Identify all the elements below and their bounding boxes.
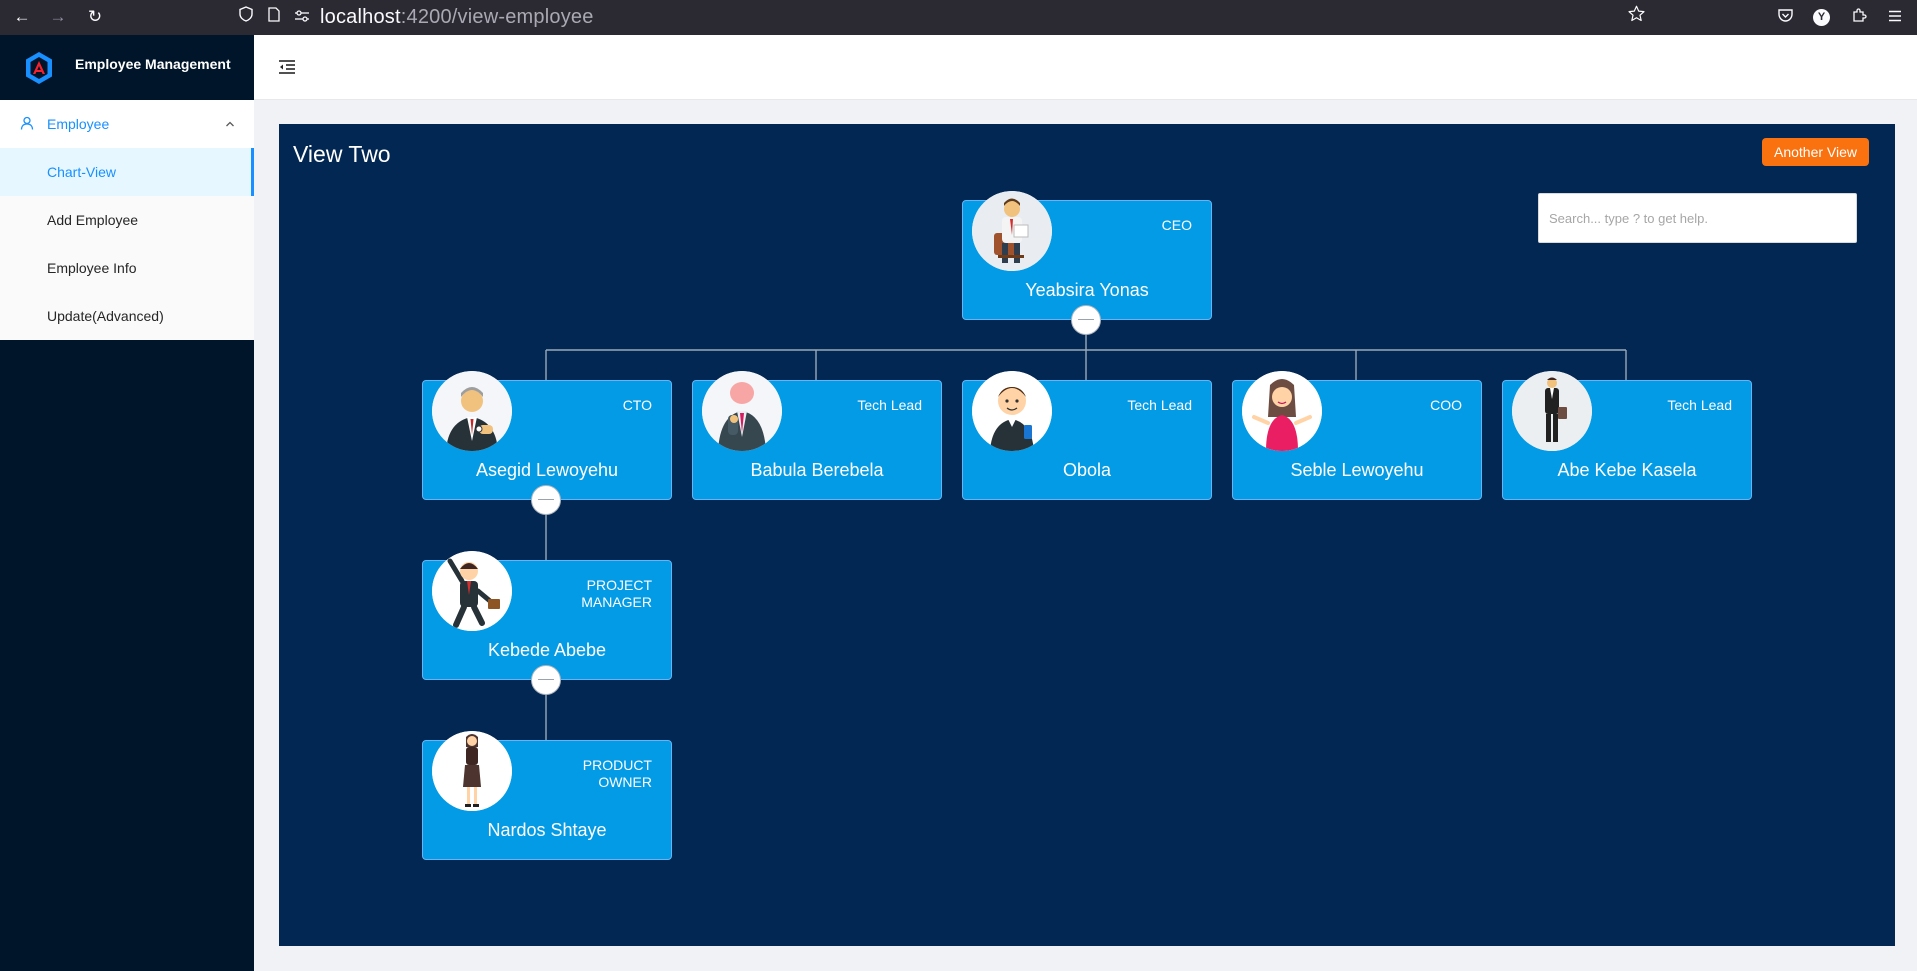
node-role: COO	[1430, 397, 1462, 413]
brand-title: Employee Management	[75, 56, 231, 72]
man-with-briefcase-avatar	[1512, 371, 1592, 451]
forward-arrow-icon[interactable]: →	[46, 5, 70, 29]
node-role: CTO	[622, 397, 652, 413]
submenu-employee-label: Employee	[47, 116, 110, 132]
sidebar-menu: Employee Chart-View Add Employee Employe…	[0, 100, 254, 340]
node-name: Babula Berebela	[750, 460, 884, 480]
sidebar-item-add-employee[interactable]: Add Employee	[0, 196, 254, 244]
collapse-toggle-ceo[interactable]	[1071, 305, 1101, 335]
businessman-suit-avatar	[702, 371, 782, 451]
top-header	[254, 35, 1917, 100]
reload-icon[interactable]: ↻	[83, 5, 107, 29]
node-name: Yeabsira Yonas	[1025, 280, 1149, 300]
shield-icon[interactable]	[235, 5, 257, 29]
back-arrow-icon[interactable]: ←	[10, 5, 34, 29]
org-node-cto[interactable]: CTO Asegid Lewoyehu	[422, 371, 672, 500]
org-node-product-owner[interactable]: PRODUCT OWNER Nardos Shtaye	[422, 731, 672, 860]
org-node-tech-lead-3[interactable]: Tech Lead Abe Kebe Kasela	[1502, 371, 1752, 500]
sidebar-item-employee-info[interactable]: Employee Info	[0, 244, 254, 292]
collapse-toggle-cto[interactable]	[531, 485, 561, 515]
node-role: Tech Lead	[1667, 397, 1732, 413]
org-node-tech-lead-2[interactable]: Tech Lead Obola	[962, 371, 1212, 500]
node-name: Kebede Abebe	[487, 640, 607, 660]
menu-fold-icon[interactable]	[278, 59, 296, 80]
user-icon	[20, 116, 34, 133]
node-name: Obola	[1062, 460, 1112, 480]
jumping-businessman-avatar	[432, 551, 512, 631]
url-host: localhost	[320, 6, 401, 28]
account-avatar[interactable]: Y	[1813, 9, 1830, 26]
bookmark-star-icon[interactable]	[1625, 5, 1647, 29]
angular-logo-icon	[24, 51, 54, 90]
address-bar[interactable]: localhost:4200/view-employee	[320, 4, 594, 30]
page-icon[interactable]	[263, 5, 285, 29]
sidebar-item-label: Chart-View	[47, 164, 116, 180]
node-role: Tech Lead	[1127, 397, 1192, 413]
pocket-icon[interactable]	[1774, 5, 1796, 29]
sidebar-item-chart-view[interactable]: Chart-View	[0, 148, 254, 196]
sidebar-item-label: Update(Advanced)	[47, 308, 164, 324]
org-node-project-manager[interactable]: PROJECT MANAGER Kebede Abebe	[422, 551, 672, 680]
permissions-icon[interactable]	[291, 5, 313, 29]
sidebar-item-label: Employee Info	[47, 260, 137, 276]
submenu-employee[interactable]: Employee	[0, 100, 254, 148]
man-reading-at-desk-avatar	[972, 191, 1052, 271]
browser-toolbar: ← → ↻ localhost:4200/view-employee Y	[0, 0, 1917, 35]
sidebar-item-update-advanced[interactable]: Update(Advanced)	[0, 292, 254, 340]
org-node-coo[interactable]: COO Seble Lewoyehu	[1232, 371, 1482, 500]
org-node-tech-lead-1[interactable]: Tech Lead Babula Berebela	[692, 371, 942, 500]
node-name: Abe Kebe Kasela	[1557, 460, 1697, 480]
node-role: PRODUCT OWNER	[582, 757, 652, 790]
brand: Employee Management	[0, 35, 254, 100]
node-name: Seble Lewoyehu	[1290, 460, 1424, 480]
node-name: Nardos Shtaye	[487, 820, 607, 840]
businesswoman-avatar	[432, 731, 512, 811]
node-name: Asegid Lewoyehu	[475, 460, 619, 480]
url-path: :4200/view-employee	[400, 6, 594, 28]
node-role: Tech Lead	[857, 397, 922, 413]
collapse-toggle-project-manager[interactable]	[531, 665, 561, 695]
org-node-ceo[interactable]: CEO Yeabsira Yonas	[962, 191, 1212, 320]
node-role: PROJECT MANAGER	[581, 577, 652, 610]
hamburger-menu-icon[interactable]	[1884, 5, 1906, 29]
extensions-puzzle-icon[interactable]	[1848, 5, 1870, 29]
org-chart-panel: View Two Another View CEO Yeabsira Yonas…	[279, 124, 1895, 946]
node-role: CEO	[1161, 217, 1192, 233]
chevron-up-icon	[225, 116, 235, 132]
woman-shrugging-avatar	[1242, 371, 1322, 451]
businessman-checking-watch-avatar	[432, 371, 512, 451]
young-man-with-phone-avatar	[972, 371, 1052, 451]
sidebar-item-label: Add Employee	[47, 212, 139, 228]
sidebar: Employee Management Employee Chart-View …	[0, 35, 254, 971]
